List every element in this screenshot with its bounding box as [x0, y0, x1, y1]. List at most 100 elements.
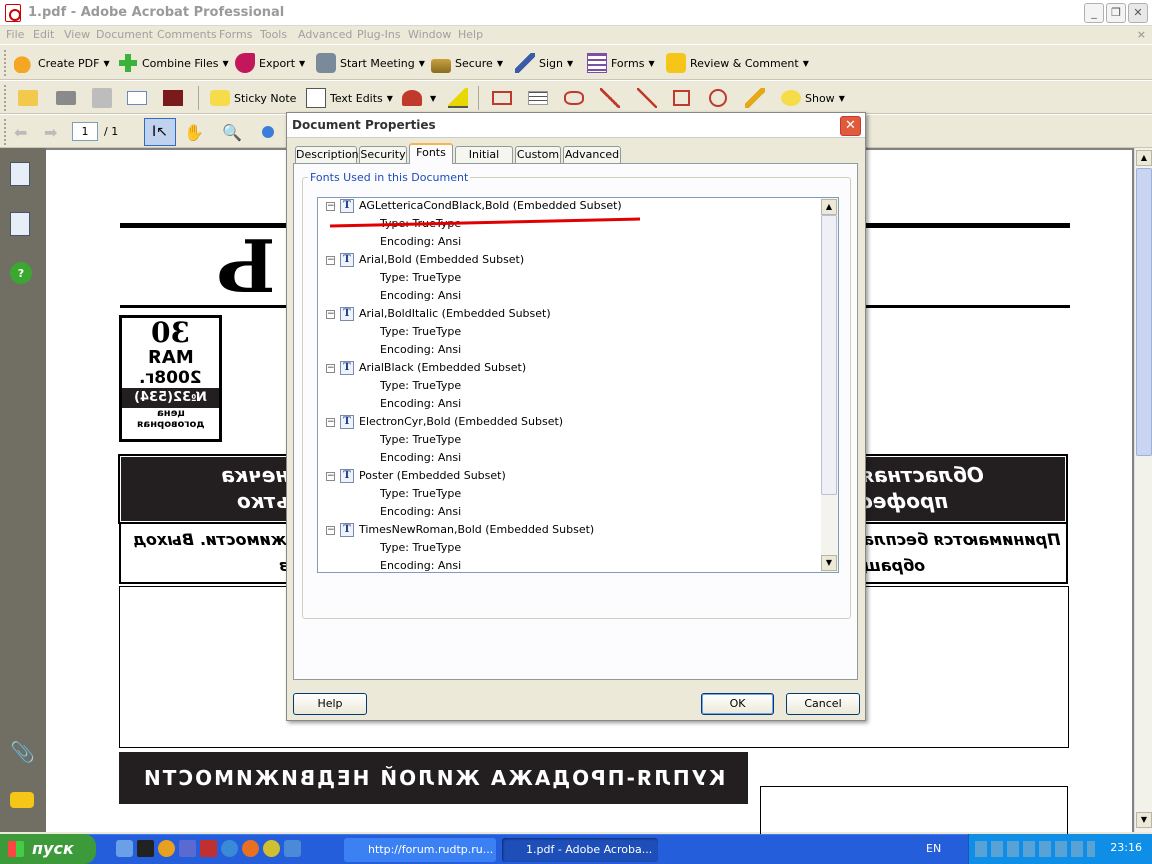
- oval-button[interactable]: [709, 86, 731, 110]
- print-button[interactable]: [56, 86, 80, 110]
- document-scrollbar[interactable]: ▲ ▼: [1134, 148, 1152, 832]
- tab-description[interactable]: Description: [295, 146, 359, 164]
- attachments-icon[interactable]: 📎: [10, 740, 35, 764]
- page-number-input[interactable]: [72, 122, 98, 141]
- app-icon[interactable]: [284, 840, 301, 857]
- tab-advanced[interactable]: Advanced: [563, 146, 621, 164]
- menu-forms[interactable]: Forms: [219, 28, 252, 41]
- ie-icon[interactable]: [116, 840, 133, 857]
- font-node[interactable]: − T TimesNewRoman,Bold (Embedded Subset): [326, 523, 594, 541]
- start-meeting-button[interactable]: Start Meeting ▼: [316, 51, 425, 75]
- toolbar-grip[interactable]: [4, 119, 8, 145]
- menu-file[interactable]: File: [6, 28, 24, 41]
- zoom-tool-button[interactable]: 🔍: [222, 120, 242, 144]
- menu-view[interactable]: View: [64, 28, 90, 41]
- collapse-icon[interactable]: −: [326, 201, 335, 211]
- task-forum[interactable]: http://forum.rudtp.ru...: [344, 838, 496, 862]
- save-button[interactable]: [92, 86, 116, 110]
- batch-button[interactable]: [163, 86, 187, 110]
- collapse-icon[interactable]: −: [326, 525, 335, 535]
- font-node[interactable]: − T ElectronCyr,Bold (Embedded Subset): [326, 415, 563, 433]
- font-node[interactable]: − T Arial,Bold (Embedded Subset): [326, 253, 524, 271]
- tab-security[interactable]: Security: [359, 146, 407, 164]
- scroll-up-icon[interactable]: ▲: [1136, 150, 1152, 166]
- pencil-button[interactable]: [745, 86, 769, 110]
- scroll-up-icon[interactable]: ▲: [821, 199, 837, 215]
- show-button[interactable]: Show ▼: [781, 86, 845, 110]
- help-button[interactable]: Help: [293, 693, 367, 715]
- menu-advanced[interactable]: Advanced: [298, 28, 352, 41]
- menu-help[interactable]: Help: [458, 28, 483, 41]
- dialog-close-button[interactable]: ✕: [840, 116, 861, 136]
- forms-button[interactable]: Forms ▼: [587, 51, 655, 75]
- player-icon[interactable]: [263, 840, 280, 857]
- terminal-icon[interactable]: [137, 840, 154, 857]
- scroll-thumb[interactable]: [1136, 168, 1152, 456]
- font-node[interactable]: − T Poster (Embedded Subset): [326, 469, 506, 487]
- cancel-button[interactable]: Cancel: [786, 693, 860, 715]
- combine-files-button[interactable]: Combine Files ▼: [118, 51, 229, 75]
- select-tool-button[interactable]: I↖: [144, 118, 176, 146]
- secure-button[interactable]: Secure ▼: [431, 51, 503, 75]
- app-icon[interactable]: [158, 840, 175, 857]
- tray-icons[interactable]: [975, 841, 1095, 857]
- task-acrobat[interactable]: 1.pdf - Adobe Acroba...: [502, 838, 658, 862]
- highlight-button[interactable]: [448, 86, 472, 110]
- start-button[interactable]: пуск: [0, 834, 96, 864]
- menu-comments[interactable]: Comments: [157, 28, 217, 41]
- scroll-down-icon[interactable]: ▼: [1136, 812, 1152, 828]
- open-button[interactable]: [18, 86, 42, 110]
- create-pdf-button[interactable]: Create PDF ▼: [14, 51, 110, 75]
- minimize-button[interactable]: _: [1084, 3, 1104, 23]
- collapse-icon[interactable]: −: [326, 363, 335, 373]
- arrow-button[interactable]: [600, 86, 624, 110]
- collapse-icon[interactable]: −: [326, 309, 335, 319]
- collapse-icon[interactable]: −: [326, 417, 335, 427]
- scroll-down-icon[interactable]: ▼: [821, 555, 837, 571]
- email-button[interactable]: [127, 86, 151, 110]
- toolbar-grip[interactable]: [4, 85, 8, 111]
- next-page-icon[interactable]: ➡: [44, 120, 57, 144]
- help-icon[interactable]: ?: [10, 262, 32, 284]
- menu-tools[interactable]: Tools: [260, 28, 287, 41]
- sticky-note-button[interactable]: Sticky Note: [210, 86, 296, 110]
- tab-fonts[interactable]: Fonts: [409, 143, 453, 164]
- firefox-icon[interactable]: [242, 840, 259, 857]
- browser-icon[interactable]: [221, 840, 238, 857]
- rectangle-button[interactable]: [673, 86, 694, 110]
- pages-icon[interactable]: [10, 162, 30, 186]
- save-icon[interactable]: [179, 840, 196, 857]
- tab-initial-view[interactable]: Initial View: [455, 146, 513, 177]
- menu-window[interactable]: Window: [408, 28, 451, 41]
- filezilla-icon[interactable]: [200, 840, 217, 857]
- collapse-icon[interactable]: −: [326, 471, 335, 481]
- zoom-out-button[interactable]: [262, 120, 278, 144]
- menu-edit[interactable]: Edit: [33, 28, 54, 41]
- fonts-tree[interactable]: − T AGLettericaCondBlack,Bold (Embedded Su…: [317, 197, 822, 573]
- close-window-button[interactable]: ✕: [1128, 3, 1148, 23]
- acrobat-app-icon[interactable]: [5, 4, 21, 22]
- review-comment-button[interactable]: Review & Comment ▼: [666, 51, 809, 75]
- document-close-icon[interactable]: ×: [1137, 28, 1146, 41]
- sign-button[interactable]: Sign ▼: [515, 51, 573, 75]
- comments-icon[interactable]: [10, 792, 34, 808]
- export-button[interactable]: Export ▼: [235, 51, 305, 75]
- scroll-thumb[interactable]: [821, 215, 837, 495]
- cloud-button[interactable]: [564, 86, 588, 110]
- collapse-icon[interactable]: −: [326, 255, 335, 265]
- toolbar-grip[interactable]: [4, 50, 8, 76]
- stamp-button[interactable]: ▼: [402, 86, 436, 110]
- text-edits-button[interactable]: Text Edits ▼: [306, 86, 393, 110]
- fonts-tree-scrollbar[interactable]: ▲ ▼: [821, 197, 839, 573]
- tab-custom[interactable]: Custom: [515, 146, 561, 164]
- callout-button[interactable]: [492, 86, 516, 110]
- line-button[interactable]: [637, 86, 661, 110]
- restore-button[interactable]: ❐: [1106, 3, 1126, 23]
- signatures-icon[interactable]: [10, 212, 30, 236]
- font-node[interactable]: − T ArialBlack (Embedded Subset): [326, 361, 526, 379]
- font-node[interactable]: − T Arial,BoldItalic (Embedded Subset): [326, 307, 551, 325]
- textbox-button[interactable]: [528, 86, 552, 110]
- menu-plugins[interactable]: Plug-Ins: [357, 28, 401, 41]
- menu-document[interactable]: Document: [96, 28, 153, 41]
- hand-tool-button[interactable]: ✋: [184, 120, 204, 144]
